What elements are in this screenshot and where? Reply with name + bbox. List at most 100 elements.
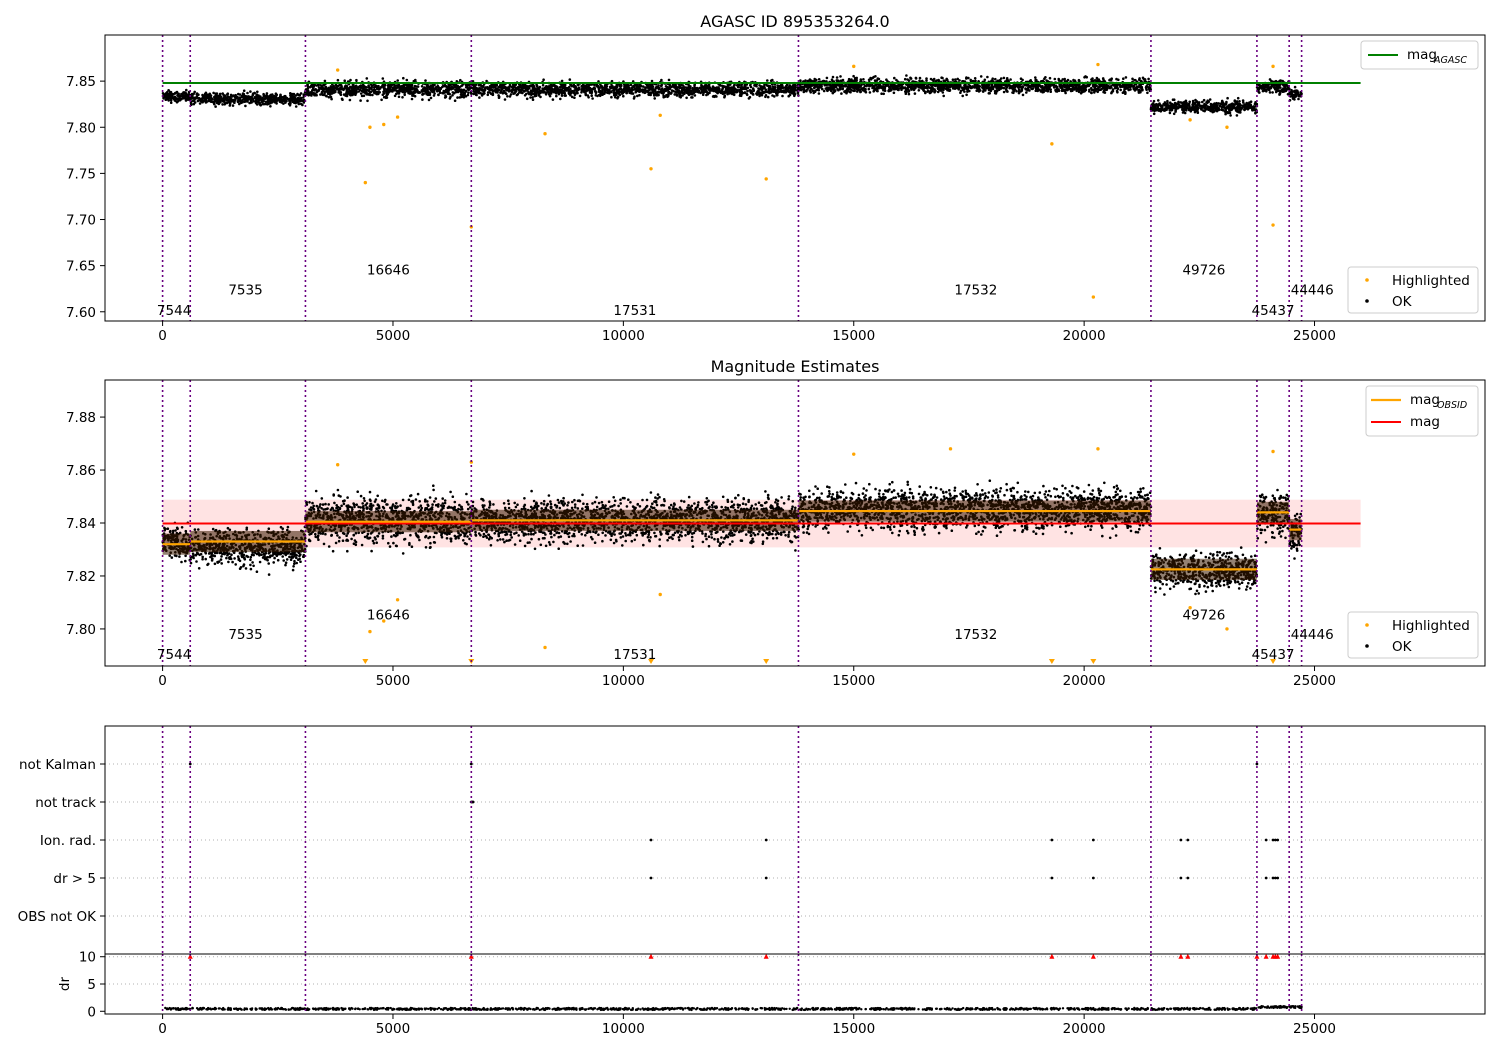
ok-point	[661, 92, 665, 95]
ok-point	[861, 88, 865, 92]
ok-point	[1119, 85, 1122, 88]
ok-point	[448, 92, 452, 96]
ok-point	[1144, 86, 1148, 89]
ok-point	[885, 83, 888, 87]
ok-point	[984, 85, 988, 89]
ok-point	[668, 84, 672, 87]
ok-point	[639, 89, 642, 92]
ok-point	[1164, 104, 1168, 107]
ok-point	[455, 86, 459, 89]
ok-point	[610, 95, 613, 99]
ok-point	[586, 85, 589, 89]
ok-point	[185, 88, 188, 92]
ok-point	[612, 91, 616, 95]
ok-point	[559, 97, 562, 101]
ok-point	[577, 83, 580, 87]
ok-point	[201, 93, 204, 97]
ok-point	[667, 78, 671, 82]
ok-point	[1135, 85, 1139, 88]
ok-point	[711, 85, 715, 88]
ok-point	[881, 86, 885, 89]
ok-point	[426, 93, 430, 96]
ok-point	[513, 89, 517, 92]
ok-point	[396, 79, 400, 82]
ok-point	[345, 93, 349, 96]
ok-point	[799, 79, 802, 82]
ok-point	[635, 83, 639, 87]
ok-point	[882, 92, 885, 96]
ok-point	[1173, 101, 1177, 105]
ok-point	[665, 93, 668, 97]
ok-point	[1099, 84, 1103, 88]
ok-points	[161, 74, 1303, 117]
ok-point	[1045, 88, 1048, 91]
ok-point	[690, 89, 694, 92]
ok-point	[766, 79, 769, 82]
ok-point	[760, 85, 764, 89]
ok-point	[499, 91, 502, 94]
ok-point	[963, 90, 966, 93]
ok-point	[715, 88, 718, 92]
ok-point	[1201, 100, 1204, 104]
ok-point	[1125, 87, 1128, 90]
ok-point	[551, 84, 554, 88]
ok-point	[633, 95, 636, 98]
ok-point	[727, 90, 731, 93]
ok-point	[1161, 105, 1164, 108]
ok-point	[771, 85, 775, 89]
ok-point	[1044, 76, 1047, 79]
ok-point	[593, 86, 596, 89]
ok-point	[758, 92, 761, 95]
ok-point	[868, 91, 872, 94]
ok-point	[647, 86, 651, 90]
ok-point	[598, 87, 601, 90]
ok-point	[777, 87, 780, 91]
ok-point	[229, 95, 232, 99]
ok-point	[501, 83, 505, 87]
ok-point	[563, 94, 567, 97]
ok-point	[657, 93, 660, 97]
ok-point	[1065, 85, 1068, 89]
ok-point	[532, 88, 535, 91]
ok-point	[638, 93, 641, 97]
ok-point	[1241, 104, 1245, 107]
ok-point	[926, 90, 929, 93]
ok-point	[518, 89, 522, 93]
ok-point	[393, 94, 397, 98]
ok-point	[994, 77, 997, 81]
ok-point	[389, 84, 393, 88]
ok-point	[560, 91, 563, 94]
ok-point	[600, 85, 603, 89]
ok-point	[1064, 91, 1067, 95]
ok-point	[681, 86, 684, 90]
ok-point	[1204, 108, 1207, 111]
ok-point	[279, 97, 283, 100]
ok-point	[349, 78, 352, 82]
ok-point	[437, 93, 440, 96]
ok-point	[425, 84, 429, 88]
ok-point	[1239, 111, 1242, 114]
ok-point	[1080, 89, 1084, 92]
ok-point	[446, 88, 450, 92]
ok-point	[693, 84, 696, 88]
ok-point	[525, 92, 528, 96]
ok-point	[643, 88, 646, 92]
ok-point	[831, 91, 835, 95]
ok-point	[892, 91, 896, 95]
ok-point	[399, 88, 403, 91]
ok-point	[817, 88, 821, 92]
ok-point	[1108, 86, 1112, 90]
ok-point	[1238, 100, 1241, 103]
ok-point	[841, 87, 844, 91]
ok-point	[758, 94, 761, 98]
ok-point	[178, 98, 182, 102]
ok-point	[584, 93, 588, 96]
ok-point	[504, 91, 507, 95]
ok-point	[381, 77, 385, 80]
ok-point	[1226, 96, 1229, 100]
ok-point	[245, 97, 249, 101]
ok-point	[284, 101, 287, 104]
ok-point	[695, 88, 698, 91]
ok-point	[190, 92, 194, 96]
ok-point	[1103, 85, 1107, 88]
